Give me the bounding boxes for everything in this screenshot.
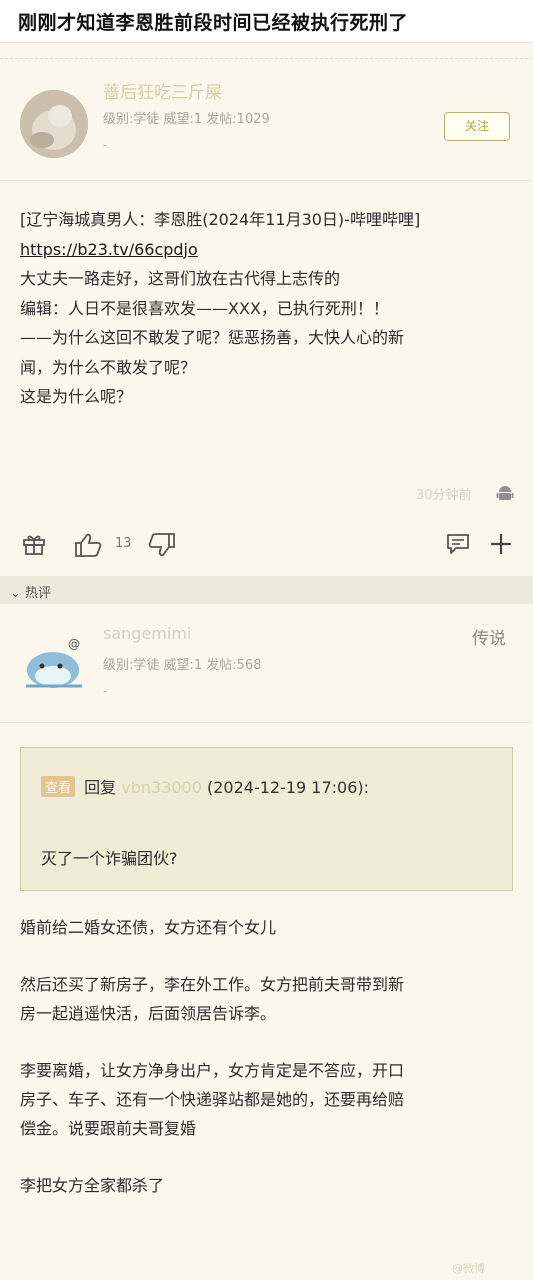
quote-header: 查看 回复 vbn33000 (2024-12-19 17:06): bbox=[41, 774, 369, 798]
divider bbox=[0, 180, 533, 181]
floor-label: 传说 bbox=[472, 629, 506, 649]
quote-time: (2024-12-19 17:06): bbox=[206, 778, 370, 797]
post-author-extra: - bbox=[103, 138, 108, 152]
reply-author-extra: - bbox=[103, 684, 108, 698]
post-timestamp: 30分钟前 bbox=[416, 488, 472, 503]
post-line: 这是为什么呢？ bbox=[20, 387, 133, 406]
android-icon bbox=[496, 486, 514, 500]
thumbs-up-icon[interactable] bbox=[74, 533, 102, 557]
divider bbox=[0, 722, 533, 723]
reply-line: 偿金。说要跟前夫哥复婚 bbox=[20, 1119, 197, 1138]
follow-button[interactable]: 关注 bbox=[444, 112, 510, 141]
reply-body: 婚前给二婚女还债，女方还有个女儿 然后还买了新房子，李在外工作。女方把前夫哥带到… bbox=[20, 913, 520, 1200]
post-line: 大丈夫一路走好，这哥们放在古代得上志传的 bbox=[20, 269, 341, 288]
view-tag[interactable]: 查看 bbox=[41, 776, 76, 797]
post-body: [辽宁海城真男人：李恩胜(2024年11月30日)-哔哩哔哩] https://… bbox=[20, 205, 520, 412]
hot-comments-header[interactable]: ⌄ 热评 bbox=[0, 576, 533, 604]
post-author-meta: 级别:学徒 威望:1 发帖:1029 bbox=[103, 112, 270, 127]
page-title: 刚刚才知道李恩胜前段时间已经被执行死刑了 bbox=[18, 12, 409, 34]
post-link[interactable]: https://b23.tv/66cpdjo bbox=[20, 235, 520, 265]
post-author-name[interactable]: 蔷后狂吃三斤屎 bbox=[103, 78, 222, 103]
reply-line: 李把女方全家都杀了 bbox=[20, 1176, 165, 1195]
divider bbox=[0, 58, 533, 59]
hot-comments-text: 热评 bbox=[25, 586, 52, 601]
avatar-image bbox=[20, 90, 88, 158]
reply-line: 房子、车子、还有一个快递驿站都是她的，还要再给赔 bbox=[20, 1090, 405, 1109]
action-bar: 13 bbox=[0, 525, 533, 565]
reply-author-name[interactable]: sangemimi bbox=[103, 624, 191, 643]
hot-comments-label: ⌄ 热评 bbox=[10, 582, 51, 601]
reply-line: 婚前给二婚女还债，女方还有个女儿 bbox=[20, 918, 277, 937]
post-line: 编辑：人日不是很喜欢发——XXX，已执行死刑！！ bbox=[20, 298, 389, 318]
watermark: @微博 bbox=[452, 1262, 485, 1275]
quote-prefix: 回复 bbox=[84, 778, 117, 797]
quote-text: 灭了一个诈骗团伙? bbox=[41, 849, 178, 868]
reply-line: 房一起逍遥快活，后面领居告诉李。 bbox=[20, 1004, 277, 1023]
svg-text:@: @ bbox=[68, 637, 80, 651]
quote-user[interactable]: vbn33000 bbox=[121, 778, 202, 797]
reply-line: 然后还买了新房子，李在外工作。女方把前夫哥带到新 bbox=[20, 975, 405, 994]
reply-author-meta: 级别:学徒 威望:1 发帖:568 bbox=[103, 658, 262, 673]
comment-icon[interactable] bbox=[446, 533, 470, 555]
plus-icon[interactable] bbox=[490, 533, 512, 555]
like-count: 13 bbox=[115, 536, 132, 551]
post-line: ——为什么这回不敢发了呢？惩恶扬善，大快人心的新 bbox=[20, 328, 405, 347]
post-line: 闻，为什么不敢发了呢？ bbox=[20, 357, 197, 377]
quoted-reply: 查看 回复 vbn33000 (2024-12-19 17:06): 灭了一个诈… bbox=[20, 747, 513, 891]
title-bar: 刚刚才知道李恩胜前段时间已经被执行死刑了 bbox=[0, 0, 533, 43]
chevron-down-icon: ⌄ bbox=[10, 586, 21, 601]
gift-icon[interactable] bbox=[22, 533, 46, 555]
thumbs-down-icon[interactable] bbox=[148, 533, 176, 557]
avatar[interactable]: @ bbox=[20, 632, 90, 694]
post-line: [辽宁海城真男人：李恩胜(2024年11月30日)-哔哩哔哩] bbox=[20, 210, 421, 229]
reply-line: 李要离婚，让女方净身出户，女方肯定是不答应，开口 bbox=[20, 1061, 405, 1080]
avatar[interactable] bbox=[20, 90, 88, 158]
